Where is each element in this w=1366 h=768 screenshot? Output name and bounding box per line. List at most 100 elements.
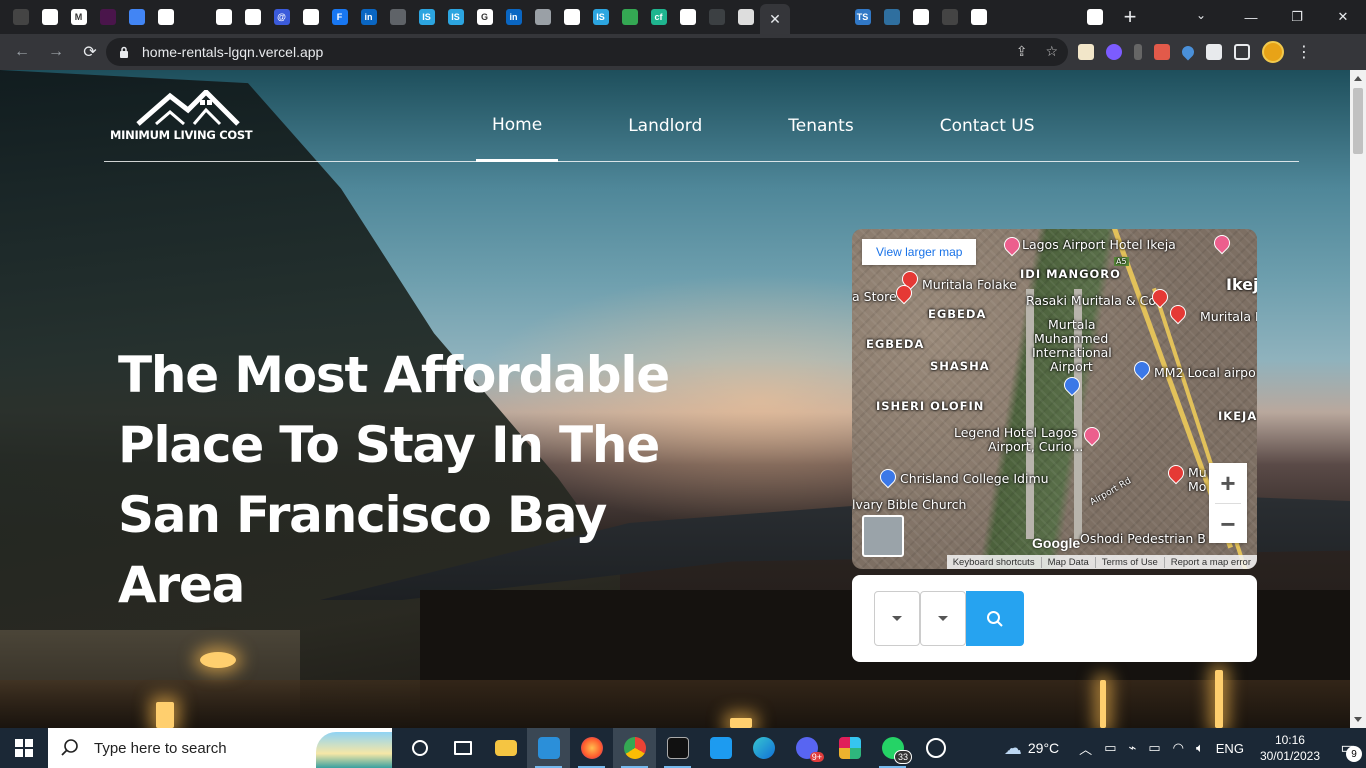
google-map-embed[interactable]: Lagos Airport Hotel Ikeja IDI MANGORO Ikej… (852, 229, 1257, 569)
browser-tab[interactable] (1080, 0, 1109, 34)
network-icon[interactable]: ⌁ (1128, 740, 1136, 756)
discord-icon[interactable]: 9+ (785, 728, 828, 768)
browser-tab[interactable] (93, 0, 122, 34)
taskbar-search-box[interactable]: Type here to search (48, 728, 392, 768)
browser-tab[interactable]: G (470, 0, 499, 34)
browser-tab[interactable] (6, 0, 35, 34)
price-select[interactable] (920, 591, 966, 646)
map-footer-link[interactable]: Keyboard shortcuts (947, 557, 1041, 568)
map-footer-link[interactable]: Report a map error (1163, 556, 1257, 568)
browser-tab[interactable] (296, 0, 325, 34)
browser-tab[interactable] (238, 0, 267, 34)
language-indicator[interactable]: ENG (1216, 741, 1244, 756)
address-bar[interactable]: home-rentals-lgqn.vercel.app ⇪ ☆ (106, 38, 1068, 66)
zoom-in-button[interactable]: + (1209, 463, 1247, 503)
forward-button[interactable]: → (40, 36, 72, 68)
browser-tab[interactable] (993, 0, 1022, 34)
browser-tab[interactable]: IS (441, 0, 470, 34)
browser-tab[interactable]: M (64, 0, 93, 34)
battery-icon[interactable]: ▭ (1148, 740, 1160, 756)
search-button[interactable] (966, 591, 1024, 646)
nav-item-contact-us[interactable]: Contact US (924, 90, 1051, 162)
back-button[interactable]: ← (6, 36, 38, 68)
whatsapp-icon[interactable]: 33 (871, 728, 914, 768)
new-tab-button[interactable]: + (1115, 4, 1145, 30)
volume-icon[interactable]: 🔈︎ (1196, 740, 1204, 756)
browser-tab[interactable] (819, 0, 848, 34)
scroll-thumb[interactable] (1353, 88, 1363, 154)
share-icon[interactable]: ⇪ (1016, 43, 1028, 60)
browser-tab[interactable]: IS (586, 0, 615, 34)
browser-tab[interactable] (383, 0, 412, 34)
scroll-down-arrow[interactable] (1354, 717, 1362, 722)
browser-tab[interactable]: in (354, 0, 383, 34)
browser-tab[interactable] (935, 0, 964, 34)
extensions-puzzle-icon[interactable] (1206, 44, 1222, 60)
nav-item-home[interactable]: Home (476, 90, 559, 162)
close-window-button[interactable]: ✕ (1320, 0, 1366, 34)
show-hidden-icons-icon[interactable]: ︿ (1079, 739, 1092, 758)
cortana-icon[interactable] (398, 728, 441, 768)
browser-tab[interactable] (557, 0, 586, 34)
browser-tab[interactable]: F (325, 0, 354, 34)
file-explorer-icon[interactable] (484, 728, 527, 768)
task-view-icon[interactable] (441, 728, 484, 768)
browser-tab[interactable]: cf (644, 0, 673, 34)
profile-avatar[interactable] (1262, 41, 1284, 63)
active-browser-tab[interactable]: ✕ (760, 4, 790, 34)
browser-tab[interactable] (790, 0, 819, 34)
close-tab-icon[interactable]: ✕ (769, 11, 781, 28)
browser-tab[interactable] (615, 0, 644, 34)
chrome-icon[interactable] (613, 728, 656, 768)
bookmark-star-icon[interactable]: ☆ (1045, 43, 1058, 60)
wifi-icon[interactable]: ◠ (1173, 740, 1184, 756)
weather-temperature[interactable]: 29°C (1028, 740, 1059, 756)
notifications-button[interactable]: ▭ 9 (1330, 728, 1366, 768)
browser-tab[interactable] (35, 0, 64, 34)
weather-cloud-icon[interactable]: ☁ (1004, 738, 1022, 759)
browser-tab[interactable] (180, 0, 209, 34)
nav-item-landlord[interactable]: Landlord (612, 90, 718, 162)
browser-tab[interactable]: in (499, 0, 528, 34)
site-logo[interactable]: MINIMUM LIVING COST (110, 90, 260, 144)
browser-tab[interactable] (906, 0, 935, 34)
slack-icon[interactable] (828, 728, 871, 768)
scroll-up-arrow[interactable] (1354, 76, 1362, 81)
browser-tab[interactable] (122, 0, 151, 34)
browser-tab[interactable] (673, 0, 702, 34)
page-scrollbar[interactable] (1350, 70, 1366, 728)
maximize-button[interactable]: ❐ (1274, 0, 1320, 34)
extension-calendar-icon[interactable] (1154, 44, 1170, 60)
browser-tab[interactable] (877, 0, 906, 34)
extension-gem-icon[interactable] (1106, 44, 1122, 60)
edge-icon[interactable] (742, 728, 785, 768)
zoom-out-button[interactable]: − (1209, 504, 1247, 544)
browser-tab[interactable] (209, 0, 238, 34)
tab-search-chevron-icon[interactable]: ⌄ (1196, 8, 1206, 22)
browser-tab[interactable] (964, 0, 993, 34)
browser-tab[interactable] (1051, 0, 1080, 34)
view-larger-map-link[interactable]: View larger map (862, 239, 977, 265)
map-footer-link[interactable]: Terms of Use (1094, 556, 1164, 568)
terminal-icon[interactable] (656, 728, 699, 768)
photos-icon[interactable] (914, 728, 957, 768)
firefox-icon[interactable] (570, 728, 613, 768)
browser-tab[interactable]: @ (267, 0, 296, 34)
twitter-icon[interactable] (699, 728, 742, 768)
browser-menu-icon[interactable]: ⋮ (1296, 42, 1312, 62)
meet-now-icon[interactable]: ▭ (1104, 740, 1116, 756)
browser-tab[interactable] (1022, 0, 1051, 34)
browser-tab[interactable]: TS (848, 0, 877, 34)
side-panel-icon[interactable] (1234, 44, 1250, 60)
browser-tab[interactable] (528, 0, 557, 34)
minimize-button[interactable]: — (1228, 0, 1274, 34)
map-footer-link[interactable]: Map Data (1040, 556, 1095, 568)
start-button[interactable] (0, 728, 48, 768)
browser-tab[interactable]: IS (412, 0, 441, 34)
clock[interactable]: 10:16 30/01/2023 (1260, 732, 1320, 764)
browser-tab[interactable] (151, 0, 180, 34)
vscode-icon[interactable] (527, 728, 570, 768)
map-type-thumbnail[interactable] (862, 515, 904, 557)
extension-dropper-icon[interactable] (1134, 44, 1142, 60)
nav-item-tenants[interactable]: Tenants (772, 90, 869, 162)
